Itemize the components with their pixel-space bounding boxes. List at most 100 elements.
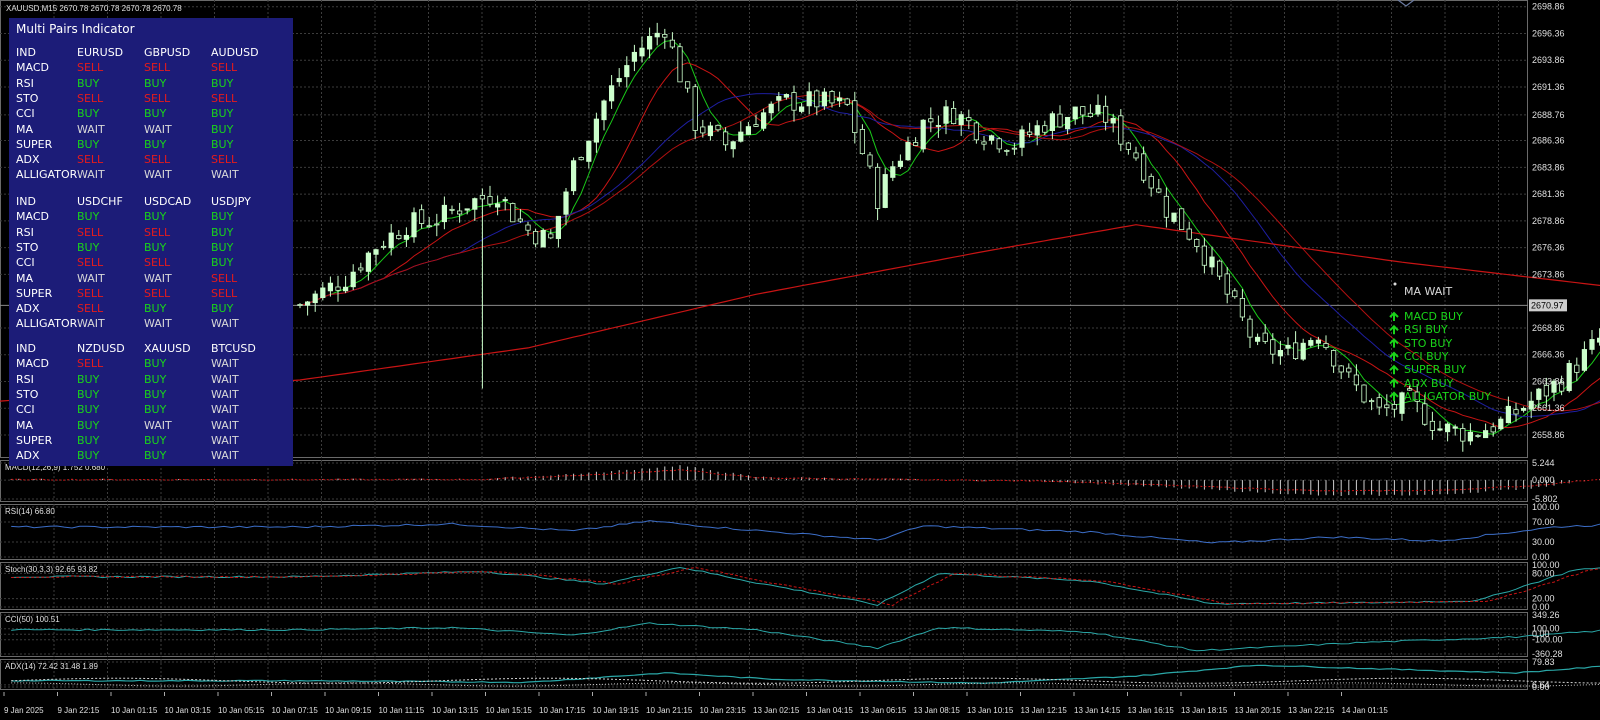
price-tick-label: 2683.86 xyxy=(1532,162,1565,172)
candle-body xyxy=(730,141,736,150)
sub-scale-label: 30.00 xyxy=(1532,537,1555,547)
candle-body xyxy=(791,92,797,111)
candle-body xyxy=(631,51,638,62)
indicator-name: ADX xyxy=(16,153,40,167)
signal-value: SELL xyxy=(144,286,171,300)
candle-body xyxy=(609,85,615,102)
indicator-name: MACD xyxy=(16,61,49,75)
signal-label: STO BUY xyxy=(1404,336,1453,350)
signal-value: SELL xyxy=(77,286,104,300)
candle-body xyxy=(814,90,820,108)
signal-value: BUY xyxy=(77,464,99,466)
candle-body xyxy=(852,100,858,133)
signal-value: WAIT xyxy=(211,317,239,331)
candle-body xyxy=(616,78,622,83)
chart-signal-labels: MA WAIT MACD BUY RSI BUY STO BUY CCI BUY SUP… xyxy=(1400,0,1520,720)
candle-body xyxy=(1300,342,1306,360)
candle-body xyxy=(335,286,341,291)
signal-value: SELL xyxy=(144,61,171,75)
sub-scale-label: -100.00 xyxy=(1532,635,1563,645)
signal-value: BUY xyxy=(211,76,234,90)
signal-label: ALLIGATOR BUY xyxy=(1404,389,1492,403)
time-tick-label: 13 Jan 06:15 xyxy=(860,706,907,715)
ind-header: IND xyxy=(16,195,36,208)
candle-body xyxy=(669,39,676,48)
indicator-subwindows[interactable]: MACD(12,26,9) 1.752 0.680 RSI(14) 66.80 St… xyxy=(0,462,1600,688)
signal-value: WAIT xyxy=(77,168,105,182)
candle-body xyxy=(966,117,972,122)
buy-arrow-icon xyxy=(1389,311,1399,321)
candle-body xyxy=(1308,340,1314,346)
candle-body xyxy=(441,204,448,223)
pane-frame xyxy=(0,562,1528,610)
candle-body xyxy=(973,122,980,141)
candle-body xyxy=(517,218,524,222)
signal-value: BUY xyxy=(144,403,167,417)
time-tick-label: 13 Jan 14:15 xyxy=(1074,706,1121,715)
candle-body xyxy=(1186,228,1192,240)
candle-body xyxy=(753,124,759,127)
candle-body xyxy=(533,231,539,245)
price-tick-label: 2668.86 xyxy=(1532,323,1565,333)
time-tick-label: 13 Jan 20:15 xyxy=(1235,706,1282,715)
candle-body xyxy=(1057,113,1063,128)
candle-body xyxy=(472,198,478,210)
indicator-name: MA xyxy=(16,122,34,136)
candle-body xyxy=(1171,212,1177,222)
pair-header: USDCAD xyxy=(144,195,192,208)
candle-body xyxy=(1361,384,1367,403)
candle-body xyxy=(1049,113,1055,131)
candle-body xyxy=(304,301,311,306)
candle-body xyxy=(1232,290,1238,298)
candle-body xyxy=(783,94,790,98)
candle-body xyxy=(1315,339,1321,344)
candle-body xyxy=(1338,365,1344,373)
candle-body xyxy=(1080,106,1086,116)
candle-body xyxy=(411,212,417,238)
candle-body xyxy=(456,210,463,215)
candle-body xyxy=(723,131,729,146)
candle-body xyxy=(1262,332,1268,342)
time-tick-label: 10 Jan 13:15 xyxy=(432,706,479,715)
time-tick-label: 13 Jan 08:15 xyxy=(914,706,961,715)
signal-value: SELL xyxy=(211,61,238,75)
candle-body xyxy=(685,81,691,89)
subwindow-title: CCI(50) 100.51 xyxy=(5,615,60,624)
candle-body xyxy=(1521,408,1527,411)
indicator-name: ALLIGATOR xyxy=(16,464,77,466)
candle-body xyxy=(928,118,934,123)
signal-value: BUY xyxy=(144,387,167,401)
signal-value: BUY xyxy=(144,137,167,151)
time-tick-label: 10 Jan 11:15 xyxy=(379,706,425,715)
price-tick-label: 2663.86 xyxy=(1532,376,1565,386)
candle-body xyxy=(365,252,372,272)
signal-value: SELL xyxy=(144,256,171,270)
signal-value: SELL xyxy=(211,91,238,105)
indicator-name: ADX xyxy=(16,449,40,463)
signal-value: BUY xyxy=(144,449,167,463)
time-tick-label: 10 Jan 15:15 xyxy=(486,706,533,715)
signal-value: WAIT xyxy=(144,168,172,182)
candle-body xyxy=(875,166,881,209)
time-tick-label: 10 Jan 05:15 xyxy=(218,706,265,715)
time-tick-label: 13 Jan 12:15 xyxy=(1021,706,1068,715)
candle-body xyxy=(1224,273,1230,295)
signal-value: BUY xyxy=(211,122,234,136)
sub-scale-label: 100.00 xyxy=(1532,502,1560,512)
indicator-name: SUPER xyxy=(16,433,53,447)
candle-body xyxy=(897,160,904,167)
time-tick-label: 9 Jan 22:15 xyxy=(58,706,100,715)
candle-body xyxy=(715,124,721,131)
candle-body xyxy=(350,271,356,288)
signal-label: MACD BUY xyxy=(1404,310,1463,323)
signal-value: BUY xyxy=(144,357,167,371)
candle-body xyxy=(1065,116,1071,130)
indicator-name: RSI xyxy=(16,372,34,386)
price-tick-label: 2666.36 xyxy=(1532,350,1565,360)
candle-body xyxy=(320,287,326,299)
time-tick-label: 13 Jan 10:15 xyxy=(967,706,1014,715)
price-tick-label: 2693.86 xyxy=(1532,55,1565,65)
signal-value: BUY xyxy=(211,302,234,316)
candle-body xyxy=(578,157,584,161)
candle-body xyxy=(768,103,774,114)
